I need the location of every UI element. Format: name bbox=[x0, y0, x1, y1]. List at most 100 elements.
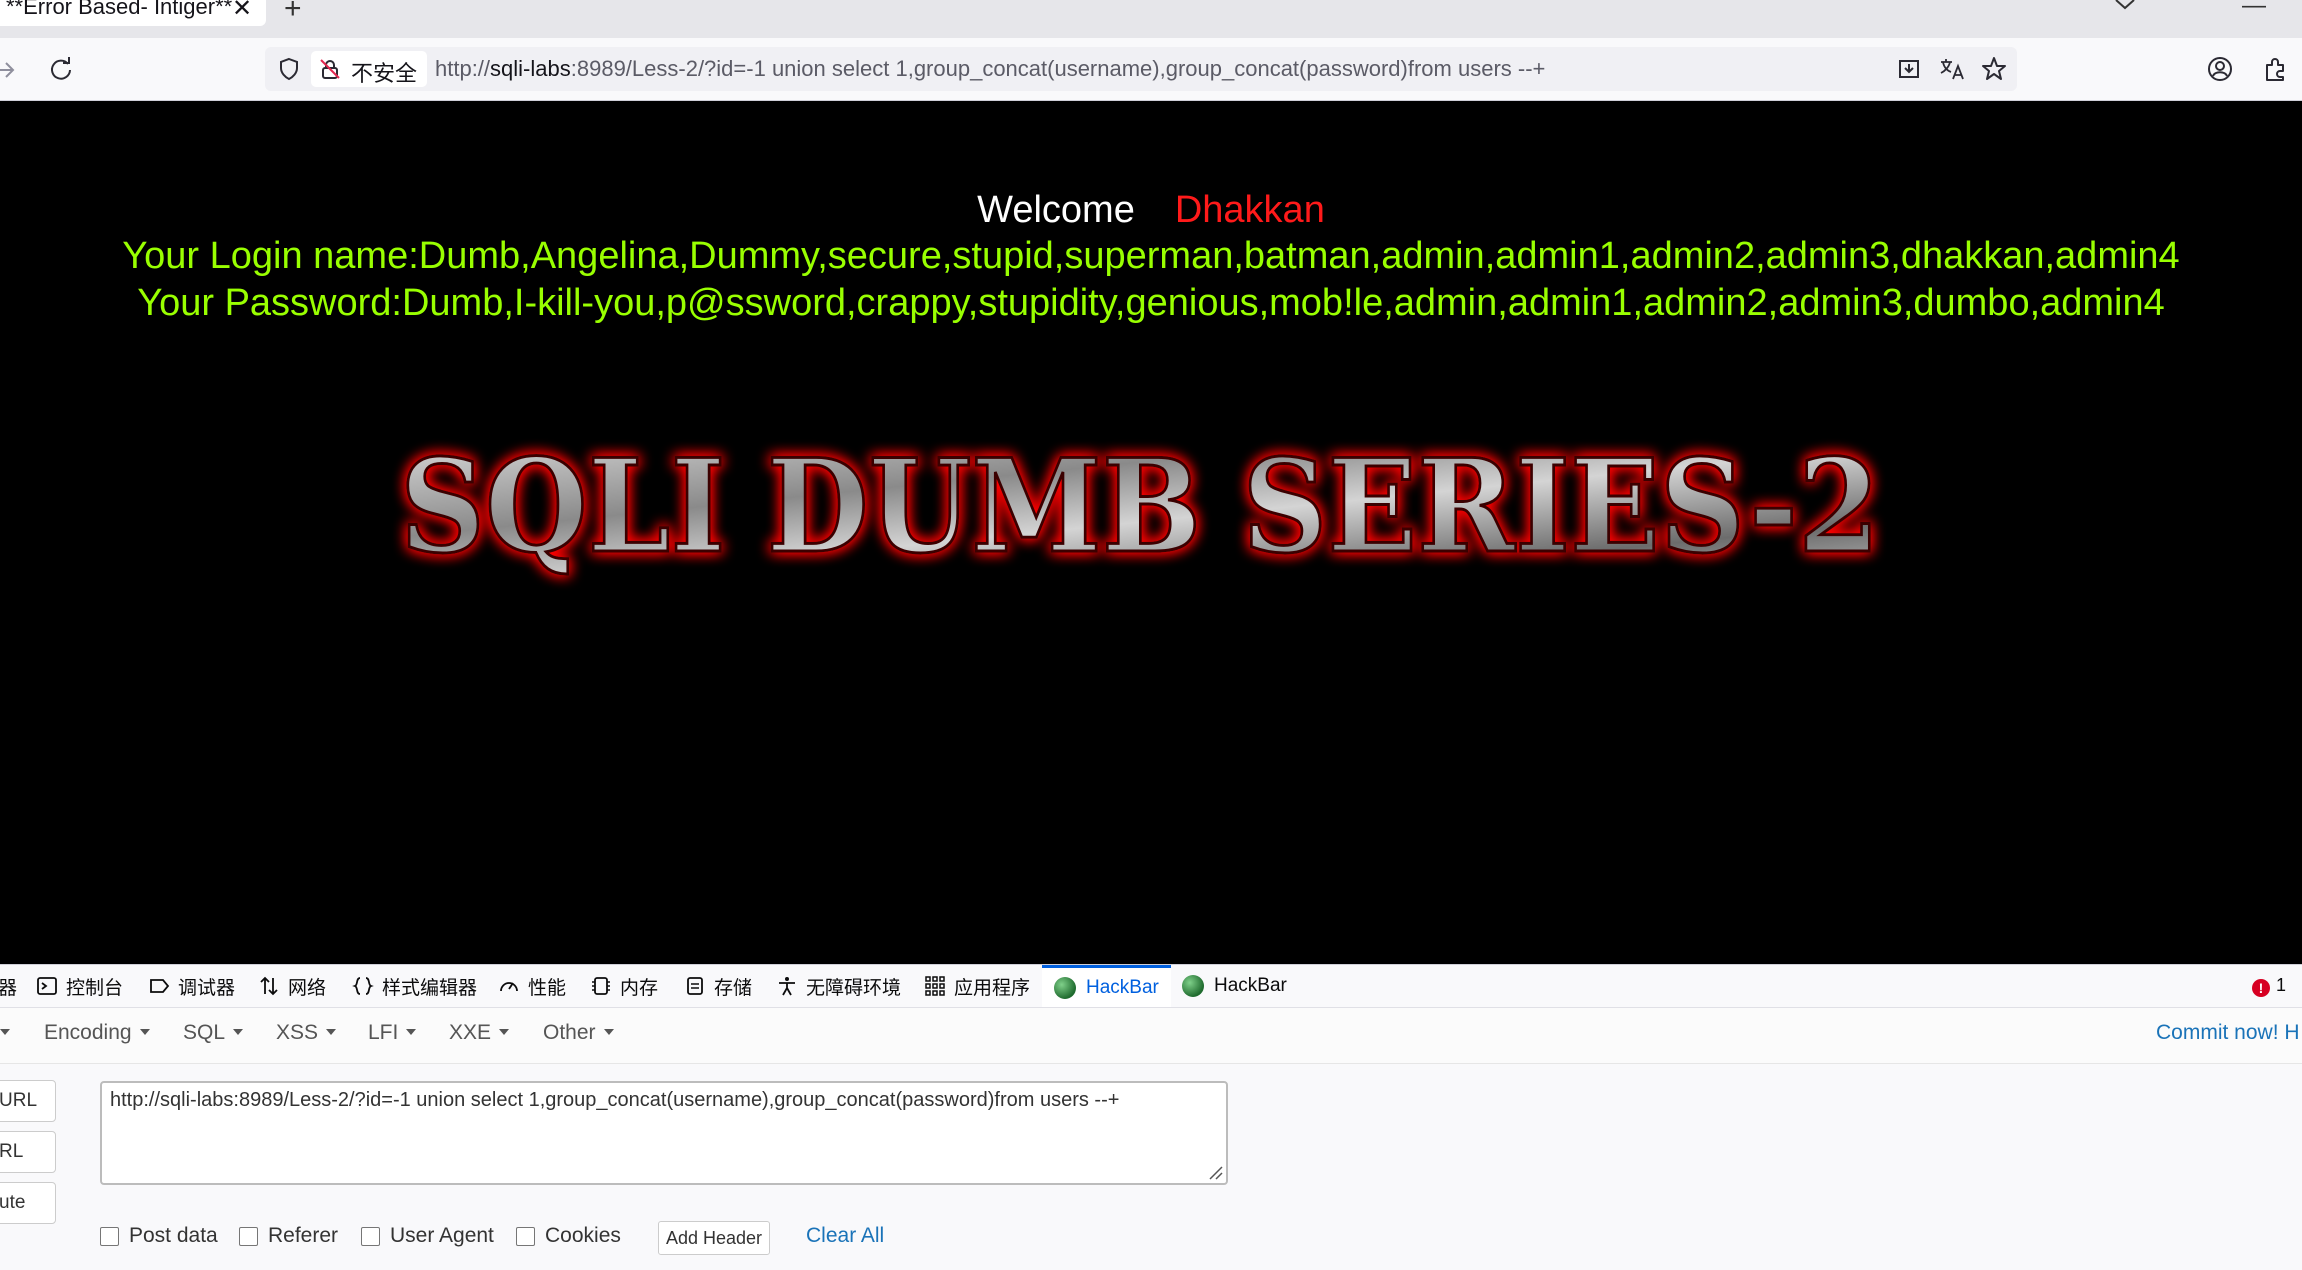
error-count: 1 bbox=[2276, 975, 2287, 995]
cookies-checkbox[interactable]: Cookies bbox=[516, 1224, 621, 1248]
tab-bar: **Error Based- Intiger** ✕ + — bbox=[0, 0, 2302, 38]
grid-icon bbox=[925, 976, 945, 996]
checkbox[interactable] bbox=[239, 1226, 258, 1246]
post-data-checkbox[interactable]: Post data bbox=[100, 1224, 218, 1248]
menu-encoding[interactable]: Encoding bbox=[44, 1021, 150, 1045]
tab-memory[interactable]: 内存 bbox=[590, 965, 658, 1007]
checkbox[interactable] bbox=[516, 1226, 535, 1246]
button-label: URL bbox=[0, 1090, 38, 1111]
reload-icon[interactable] bbox=[48, 56, 74, 82]
tab-style-editor[interactable]: 样式编辑器 bbox=[352, 965, 477, 1007]
braces-icon bbox=[352, 977, 374, 995]
checkbox[interactable] bbox=[100, 1226, 119, 1246]
login-name-result: Your Login name:Dumb,Angelina,Dummy,secu… bbox=[122, 235, 2180, 277]
tab-label: 性能 bbox=[528, 977, 567, 999]
url-prefix: http:// bbox=[435, 56, 491, 81]
option-label: Post data bbox=[129, 1224, 218, 1247]
network-icon bbox=[260, 976, 278, 996]
download-page-icon[interactable] bbox=[1897, 57, 1921, 81]
chevron-down-icon bbox=[499, 1029, 510, 1035]
option-label: Referer bbox=[268, 1224, 339, 1247]
memory-icon bbox=[592, 977, 610, 995]
hackbar-logo-icon bbox=[1054, 976, 1076, 999]
tab-inspector[interactable]: 器 bbox=[0, 965, 17, 1007]
hackbar-url-input[interactable]: http://sqli-labs:8989/Less-2/?id=-1 unio… bbox=[100, 1081, 1228, 1185]
tab-console[interactable]: 控制台 bbox=[36, 965, 123, 1007]
sqli-banner-image: SQLI DUMB SERIES-2 bbox=[399, 431, 1882, 584]
chevron-down-icon bbox=[0, 1029, 10, 1035]
banner-text: SQLI DUMB SERIES-2 bbox=[400, 432, 1880, 582]
tab-hackbar-active[interactable]: HackBar bbox=[1042, 965, 1171, 1007]
tab-label: 调试器 bbox=[178, 977, 236, 999]
console-icon bbox=[37, 977, 57, 995]
debugger-icon bbox=[150, 979, 170, 993]
load-url-button[interactable]: URL bbox=[0, 1080, 56, 1122]
devtools-toolbar: 器 控制台 调试器 网络 样式编辑器 性能 内存 存储 无障碍环境 应用程序 H… bbox=[0, 965, 2302, 1008]
referer-checkbox[interactable]: Referer bbox=[239, 1224, 338, 1248]
chevron-down-icon bbox=[326, 1029, 337, 1035]
tab-accessibility[interactable]: 无障碍环境 bbox=[776, 965, 901, 1007]
tab-label: 应用程序 bbox=[954, 977, 1031, 999]
menu-other[interactable]: Other bbox=[543, 1021, 614, 1045]
menu-lfi[interactable]: LFI bbox=[368, 1021, 417, 1045]
devtools-panel: 器 控制台 调试器 网络 样式编辑器 性能 内存 存储 无障碍环境 应用程序 H… bbox=[0, 964, 2302, 1270]
tab-close-button[interactable]: ✕ bbox=[232, 0, 252, 23]
extensions-icon[interactable] bbox=[2262, 56, 2288, 82]
tab-storage[interactable]: 存储 bbox=[684, 965, 752, 1007]
chevron-down-icon bbox=[139, 1029, 150, 1035]
tab-application[interactable]: 应用程序 bbox=[924, 965, 1030, 1007]
gauge-icon bbox=[500, 982, 518, 992]
menu-label: XSS bbox=[276, 1021, 319, 1044]
tab-label: 控制台 bbox=[66, 977, 124, 999]
option-label: Cookies bbox=[545, 1224, 621, 1247]
tab-hackbar[interactable]: HackBar bbox=[1182, 965, 1287, 1007]
menu-sql[interactable]: SQL bbox=[183, 1021, 244, 1045]
menu-label: Encoding bbox=[44, 1021, 132, 1044]
url-bar[interactable]: 不安全 http://sqli-labs:8989/Less-2/?id=-1 … bbox=[265, 47, 2017, 91]
error-icon: ! bbox=[2252, 979, 2270, 997]
menu-caret-partial[interactable] bbox=[0, 1021, 10, 1045]
new-tab-button[interactable]: + bbox=[284, 0, 302, 26]
welcome-line: Welcome Dhakkan bbox=[0, 189, 2302, 232]
button-label: RL bbox=[0, 1141, 24, 1162]
chevron-down-icon bbox=[406, 1029, 417, 1035]
url-text[interactable]: http://sqli-labs:8989/Less-2/?id=-1 unio… bbox=[435, 56, 1545, 82]
tab-network[interactable]: 网络 bbox=[258, 965, 326, 1007]
option-label: User Agent bbox=[390, 1224, 494, 1247]
bookmark-star-icon[interactable] bbox=[1981, 56, 2007, 82]
browser-tab[interactable]: **Error Based- Intiger** ✕ bbox=[0, 0, 266, 26]
tab-debugger[interactable]: 调试器 bbox=[148, 965, 235, 1007]
tab-label: 网络 bbox=[288, 977, 327, 999]
tab-label: 存储 bbox=[714, 977, 753, 999]
storage-icon bbox=[687, 977, 703, 995]
commit-now-link[interactable]: Commit now! H bbox=[2156, 1021, 2300, 1045]
menu-label: LFI bbox=[368, 1021, 399, 1044]
forward-arrow-icon[interactable] bbox=[0, 58, 18, 82]
menu-xss[interactable]: XSS bbox=[276, 1021, 337, 1045]
add-header-button[interactable]: Add Header bbox=[658, 1221, 770, 1255]
minimize-button[interactable]: — bbox=[2242, 0, 2266, 20]
site-security-indicator[interactable]: 不安全 bbox=[311, 51, 427, 87]
menu-xxe[interactable]: XXE bbox=[449, 1021, 510, 1045]
url-rest: :8989/Less-2/?id=-1 union select 1,group… bbox=[570, 56, 1546, 81]
clear-all-link[interactable]: Clear All bbox=[806, 1224, 884, 1248]
checkbox[interactable] bbox=[361, 1226, 380, 1246]
tab-title: **Error Based- Intiger** bbox=[6, 0, 233, 19]
menu-label: XXE bbox=[449, 1021, 492, 1044]
shield-icon[interactable] bbox=[277, 57, 301, 81]
page-content: Welcome Dhakkan Your Login name:Dumb,Ange… bbox=[0, 101, 2302, 964]
chevron-down-icon bbox=[233, 1029, 244, 1035]
tab-label: 器 bbox=[0, 977, 18, 999]
tab-performance[interactable]: 性能 bbox=[498, 965, 566, 1007]
resize-grip-icon[interactable] bbox=[1206, 1163, 1224, 1181]
split-url-button[interactable]: RL bbox=[0, 1131, 56, 1173]
error-count-badge[interactable]: ! 1 bbox=[2252, 975, 2286, 997]
tab-label: 内存 bbox=[620, 977, 659, 999]
account-icon[interactable] bbox=[2207, 56, 2233, 82]
user-agent-checkbox[interactable]: User Agent bbox=[361, 1224, 494, 1248]
chevron-down-icon[interactable] bbox=[2112, 0, 2138, 18]
tab-label: 无障碍环境 bbox=[806, 977, 902, 999]
insecure-lock-icon bbox=[320, 59, 340, 79]
translate-icon[interactable] bbox=[1939, 57, 1965, 81]
execute-button[interactable]: ute bbox=[0, 1182, 56, 1224]
